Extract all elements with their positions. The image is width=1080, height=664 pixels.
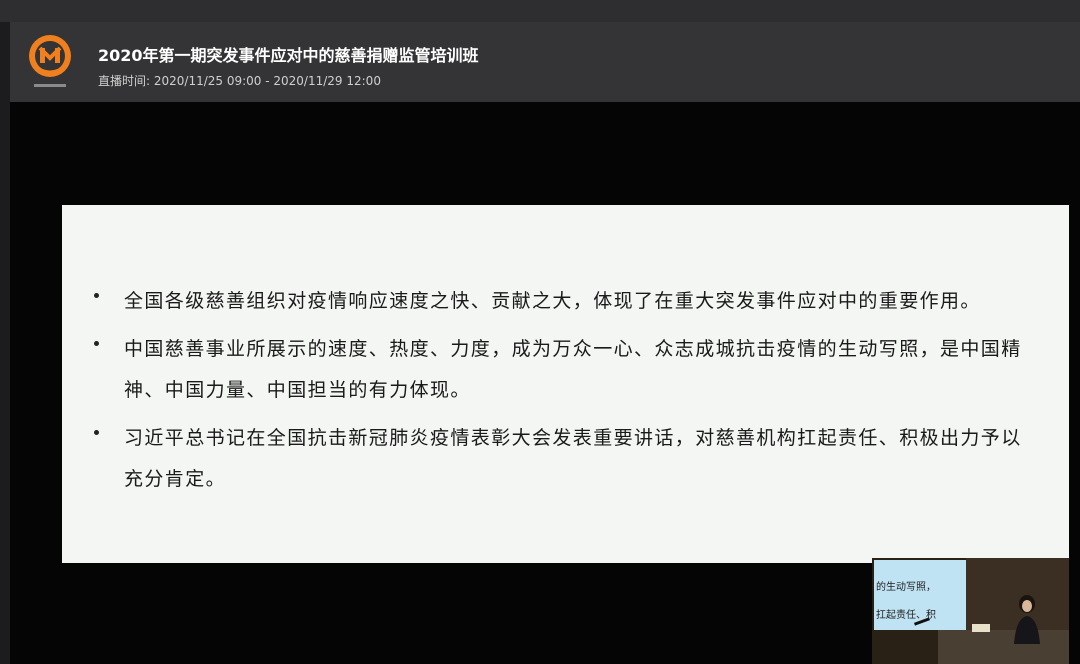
broadcast-time: 直播时间: 2020/11/25 09:00 - 2020/11/29 12:0… [98, 72, 381, 89]
bullet-dot-icon [94, 293, 99, 298]
broadcast-time-range: 2020/11/25 09:00 - 2020/11/29 12:00 [153, 74, 381, 88]
bullet-dot-icon [94, 430, 99, 435]
top-bar [0, 0, 1080, 22]
slide-bullet-text: 中国慈善事业所展示的速度、热度、力度，成为万众一心、众志成城抗击疫情的生动写照，… [124, 338, 1022, 401]
slide-bullet: 习近平总书记在全国抗击新冠肺炎疫情表彰大会发表重要讲话，对慈善机构扛起责任、积极… [90, 418, 1040, 500]
left-edge [0, 22, 10, 664]
pip-name-plate [972, 624, 990, 632]
slide-bullet-list: 全国各级慈善组织对疫情响应速度之快、贡献之大，体现了在重大突发事件应对中的重要作… [90, 281, 1040, 507]
bullet-dot-icon [94, 341, 99, 346]
slide-bullet: 中国慈善事业所展示的速度、热度、力度，成为万众一心、众志成城抗击疫情的生动写照，… [90, 329, 1040, 411]
presentation-slide: 全国各级慈善组织对疫情响应速度之快、贡献之大，体现了在重大突发事件应对中的重要作… [62, 205, 1069, 563]
stream-header: 2020年第一期突发事件应对中的慈善捐赠监管培训班 直播时间: 2020/11/… [10, 22, 1080, 102]
pip-desk [938, 630, 1069, 664]
pip-screen-text: 的生动写照， [876, 582, 936, 593]
slide-bullet: 全国各级慈善组织对疫情响应速度之快、贡献之大，体现了在重大突发事件应对中的重要作… [90, 281, 1040, 322]
charity-logo-icon [26, 32, 74, 92]
slide-bullet-text: 全国各级慈善组织对疫情响应速度之快、贡献之大，体现了在重大突发事件应对中的重要作… [124, 290, 981, 312]
broadcast-time-label: 直播时间: [98, 74, 151, 88]
slide-bullet-text: 习近平总书记在全国抗击新冠肺炎疫情表彰大会发表重要讲话，对慈善机构扛起责任、积极… [124, 427, 1022, 490]
presenter-video-pip[interactable]: 的生动写照， 扛起责任、积 [872, 558, 1069, 664]
page-title: 2020年第一期突发事件应对中的慈善捐赠监管培训班 [98, 46, 479, 65]
presenter-figure [1012, 594, 1042, 644]
